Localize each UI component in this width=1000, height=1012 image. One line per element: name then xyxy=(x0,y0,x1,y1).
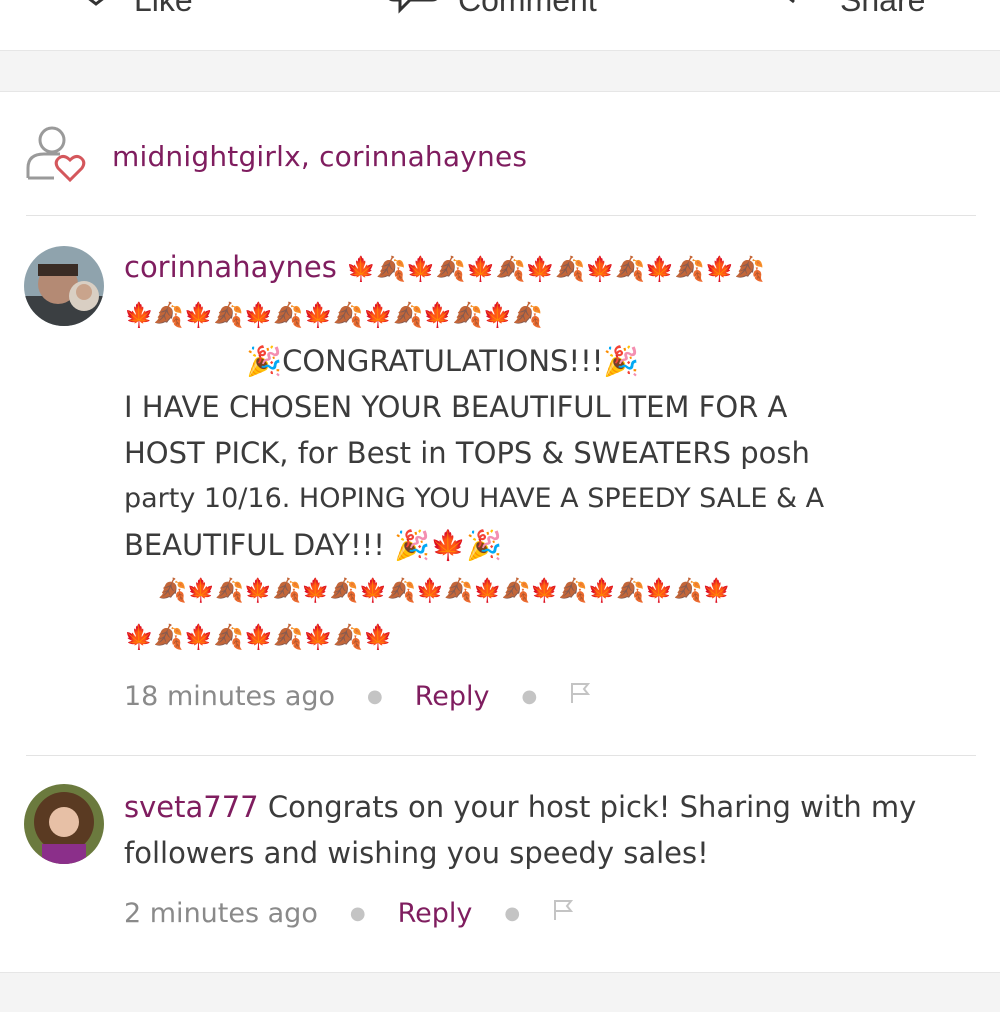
avatar[interactable] xyxy=(24,246,104,326)
comment-line: 🍁🍂🍁🍂🍁🍂🍁🍂🍁🍂🍁🍂🍁🍂 xyxy=(124,301,543,329)
comment-label: Comment xyxy=(458,0,597,19)
comment-line: 🍂🍁🍂🍁🍂🍁🍂🍁🍂🍁🍂🍁🍂🍁🍂🍁🍂🍁🍂🍁 xyxy=(158,578,731,604)
divider xyxy=(26,755,976,756)
separator-dot: ● xyxy=(349,902,366,924)
comment-line: 🍁🍂🍁🍂🍁🍂🍁🍂🍁 xyxy=(124,623,393,651)
reply-button[interactable]: Reply xyxy=(398,898,473,929)
user-heart-icon xyxy=(24,124,90,188)
separator-dot: ● xyxy=(367,685,383,707)
likers-row[interactable]: midnightgirlx, corinnahaynes xyxy=(0,92,1000,216)
share-icon xyxy=(780,0,822,20)
separator-dot: ● xyxy=(504,902,521,924)
flag-icon[interactable] xyxy=(552,898,574,929)
like-button[interactable]: Like xyxy=(76,0,193,20)
comment-line: followers and wishing you speedy sales! xyxy=(124,836,709,870)
share-label: Share xyxy=(840,0,925,19)
comment-line: Congrats on your host pick! Sharing with… xyxy=(258,790,917,824)
comment-line: party 10/16. HOPING YOU HAVE A SPEEDY SA… xyxy=(124,483,825,514)
flag-icon[interactable] xyxy=(569,681,591,712)
share-button[interactable]: Share xyxy=(780,0,925,20)
comment-meta: 2 minutes ago ● Reply ● xyxy=(124,893,574,933)
comment-meta: 18 minutes ago ● Reply ● xyxy=(124,676,591,716)
comment-timestamp: 2 minutes ago xyxy=(124,897,318,929)
separator-dot: ● xyxy=(521,685,538,707)
comment-text: corinnahaynes 🍁🍂🍁🍂🍁🍂🍁🍂🍁🍂🍁🍂🍁🍂 🍁🍂🍁🍂🍁🍂🍁🍂🍁🍂🍁… xyxy=(124,244,974,660)
like-label: Like xyxy=(134,0,193,19)
comment-icon xyxy=(386,0,440,20)
comment-timestamp: 18 minutes ago xyxy=(124,680,336,712)
comment-button[interactable]: Comment xyxy=(386,0,597,20)
comment-line: 🎉CONGRATULATIONS!!!🎉 xyxy=(246,344,640,378)
avatar[interactable] xyxy=(24,784,104,864)
section-separator xyxy=(0,51,1000,92)
comment-line: 🍁🍂🍁🍂🍁🍂🍁🍂🍁🍂🍁🍂🍁🍂 xyxy=(346,255,765,283)
section-separator xyxy=(0,972,1000,1012)
likers-names[interactable]: midnightgirlx, corinnahaynes xyxy=(112,140,527,173)
divider xyxy=(26,215,976,216)
comment-username[interactable]: corinnahaynes xyxy=(124,250,337,284)
comment-line: BEAUTIFUL DAY!!! 🎉🍁🎉 xyxy=(124,528,503,562)
comment-text: sveta777 Congrats on your host pick! Sha… xyxy=(124,784,974,876)
post-action-bar: Like Comment Share xyxy=(0,0,1000,51)
comment-username[interactable]: sveta777 xyxy=(124,790,259,824)
comment-line: I HAVE CHOSEN YOUR BEAUTIFUL ITEM FOR A xyxy=(124,390,788,424)
reply-button[interactable]: Reply xyxy=(415,681,490,712)
comment-line: HOST PICK, for Best in TOPS & SWEATERS p… xyxy=(124,436,810,470)
heart-icon xyxy=(76,0,116,18)
